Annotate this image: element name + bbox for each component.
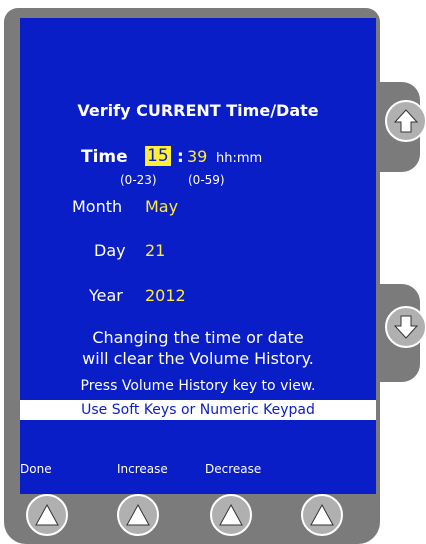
done-softkey-button[interactable] <box>26 494 68 536</box>
month-label: Month <box>72 197 123 216</box>
softkey-label-done: Done <box>20 462 52 476</box>
time-format-label: hh:mm <box>216 151 263 166</box>
time-hours-field[interactable]: 15 <box>145 146 171 166</box>
softkey-label-decrease: Decrease <box>205 462 262 476</box>
page-title: Verify CURRENT Time/Date <box>77 101 319 120</box>
time-minutes-field[interactable]: 39 <box>187 147 207 166</box>
up-triangle-icon <box>35 503 59 526</box>
time-separator: : <box>177 147 184 167</box>
fourth-softkey-button[interactable] <box>301 494 343 536</box>
day-label: Day <box>94 241 126 260</box>
time-label: Time <box>81 147 128 167</box>
up-arrow-icon <box>393 109 419 133</box>
scroll-up-button[interactable] <box>385 100 426 142</box>
warning-message-line1: Changing the time or date <box>92 328 304 347</box>
down-arrow-icon <box>393 315 419 339</box>
year-label: Year <box>89 286 123 305</box>
scroll-down-button[interactable] <box>385 306 426 348</box>
warning-message-line2: will clear the Volume History. <box>82 349 314 368</box>
day-field[interactable]: 21 <box>145 241 165 260</box>
month-field[interactable]: May <box>145 197 178 216</box>
year-field[interactable]: 2012 <box>145 286 186 305</box>
up-triangle-icon <box>126 503 150 526</box>
softkey-label-increase: Increase <box>117 462 168 476</box>
up-triangle-icon <box>219 503 243 526</box>
input-hint-bar: Use Soft Keys or Numeric Keypad <box>20 400 376 420</box>
display-screen: Verify CURRENT Time/Date Time 15 : 39 hh… <box>20 18 376 494</box>
decrease-softkey-button[interactable] <box>210 494 252 536</box>
minutes-range-label: (0-59) <box>188 173 225 187</box>
increase-softkey-button[interactable] <box>117 494 159 536</box>
up-triangle-icon <box>310 503 334 526</box>
hours-range-label: (0-23) <box>120 173 157 187</box>
volume-history-hint: Press Volume History key to view. <box>80 378 316 394</box>
